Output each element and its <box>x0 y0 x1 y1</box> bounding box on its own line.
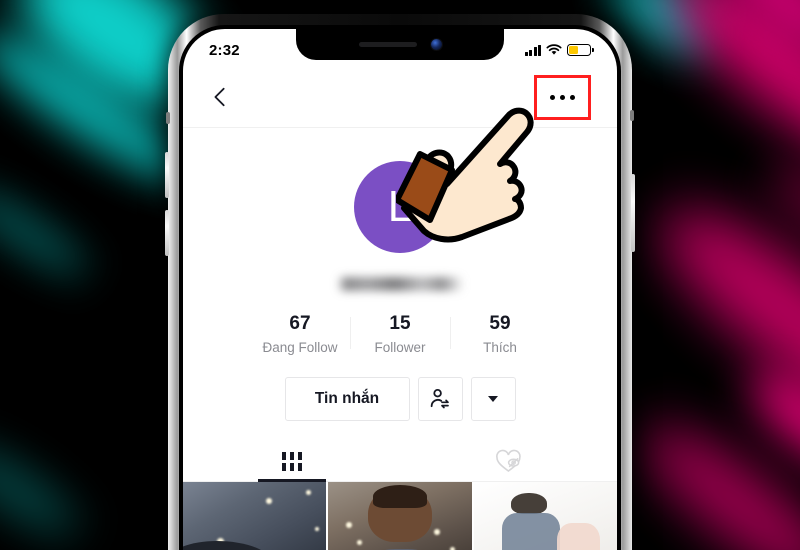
status-bar-clock: 2:32 <box>209 41 240 59</box>
more-options-icon <box>550 94 575 100</box>
tab-videos[interactable] <box>183 441 400 482</box>
expand-options-button[interactable] <box>470 377 516 421</box>
stat-label: Follower <box>374 340 426 355</box>
volume-down-button[interactable] <box>165 210 169 256</box>
thumbnail-item[interactable] <box>183 482 327 550</box>
phone-screen: 2:32 L 67 Đang Follow 15 Follower 59 Thí… <box>183 29 617 550</box>
power-button-notch[interactable] <box>630 110 634 121</box>
profile-tab-bar <box>183 441 617 482</box>
tab-liked[interactable] <box>400 441 617 481</box>
earpiece-speaker-icon <box>358 42 417 47</box>
battery-icon <box>567 44 594 56</box>
profile-section: L 67 Đang Follow 15 Follower 59 Thích Ti… <box>183 128 617 550</box>
phone-device-frame: 2:32 L 67 Đang Follow 15 Follower 59 Thí… <box>165 14 635 550</box>
thumbnail-item[interactable] <box>473 482 617 550</box>
cellular-signal-icon <box>524 44 541 56</box>
battery-fill-level <box>569 46 579 54</box>
stat-value: 59 <box>489 313 511 334</box>
cyan-light-streak <box>0 175 97 289</box>
stat-label: Đang Follow <box>262 340 338 355</box>
username-blurred <box>338 277 462 291</box>
avatar[interactable]: L <box>354 161 446 253</box>
stat-followers[interactable]: 15 Follower <box>350 313 450 355</box>
mute-switch[interactable] <box>166 112 170 124</box>
cyan-light-streak <box>0 431 89 549</box>
back-chevron-icon[interactable] <box>209 86 231 108</box>
thumbnail-item[interactable] <box>328 482 472 550</box>
phone-bezel: 2:32 L 67 Đang Follow 15 Follower 59 Thí… <box>179 25 621 550</box>
stat-value: 67 <box>289 313 311 334</box>
device-notch <box>296 29 504 60</box>
wifi-icon <box>546 44 562 55</box>
front-camera-icon <box>430 39 442 50</box>
app-nav-bar <box>183 67 617 127</box>
follow-back-icon <box>430 388 449 409</box>
message-button[interactable]: Tin nhắn <box>284 377 410 421</box>
profile-action-buttons: Tin nhắn <box>183 377 617 421</box>
stat-label: Thích <box>483 340 517 355</box>
magenta-light-streak <box>758 150 800 254</box>
power-button[interactable] <box>631 174 635 252</box>
stat-likes[interactable]: 59 Thích <box>450 313 550 355</box>
status-bar-icons <box>524 40 594 56</box>
volume-up-button[interactable] <box>165 152 169 198</box>
stat-value: 15 <box>389 313 411 334</box>
stat-following[interactable]: 67 Đang Follow <box>250 313 350 355</box>
profile-stats: 67 Đang Follow 15 Follower 59 Thích <box>183 313 617 355</box>
heart-private-icon <box>495 449 521 472</box>
more-options-button[interactable] <box>534 74 591 120</box>
chevron-down-icon <box>488 396 498 402</box>
video-thumbnail-grid <box>183 482 617 550</box>
grid-icon <box>281 451 302 471</box>
follow-back-button[interactable] <box>417 377 463 421</box>
